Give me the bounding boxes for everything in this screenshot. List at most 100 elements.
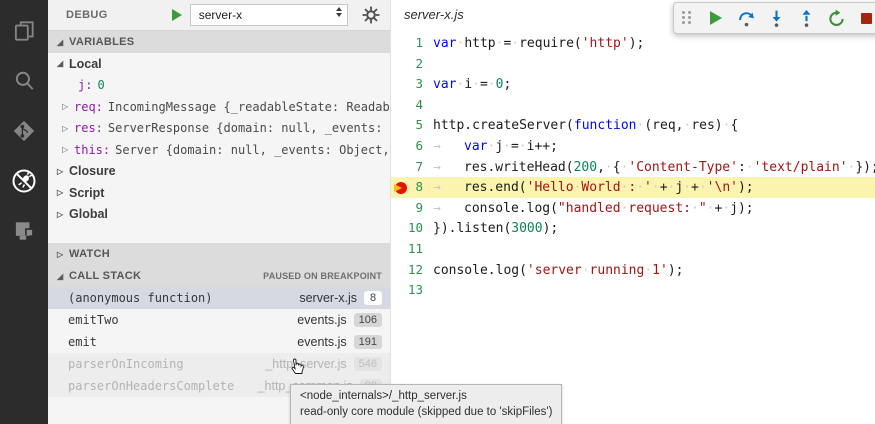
toolbar-drag-handle-icon[interactable] — [682, 11, 691, 25]
frame-line-badge: 106 — [354, 313, 382, 327]
stack-frame-row[interactable]: (anonymous function)server-x.js8 — [48, 287, 390, 309]
debug-icon[interactable] — [0, 156, 48, 206]
whitespace-dot: · — [636, 180, 644, 195]
code-line[interactable]: 2 — [391, 54, 875, 75]
whitespace-dot: · — [488, 77, 496, 92]
current-line-arrow-icon — [394, 184, 402, 192]
whitespace-dot: · — [503, 139, 511, 154]
whitespace-dot: · — [746, 160, 754, 175]
scope-global[interactable]: ▷Global — [48, 204, 390, 226]
frame-file: events.js — [297, 335, 346, 349]
code-area[interactable]: 1var·http·=·require('http');23var·i·=·0;… — [391, 33, 875, 301]
configure-gear-icon[interactable] — [362, 6, 380, 24]
code-line[interactable]: 6→var·j·=·i++; — [391, 136, 875, 157]
variable-name: j: — [78, 78, 92, 92]
debug-toolbar — [673, 2, 875, 34]
paused-status-badge: PAUSED ON BREAKPOINT — [263, 271, 382, 281]
scope-script[interactable]: ▷Script — [48, 182, 390, 204]
line-number: 12 — [391, 260, 433, 281]
line-number: 1 — [391, 33, 433, 54]
code-line[interactable]: 7→res.writeHead(200,·{·'Content-Type':·'… — [391, 157, 875, 178]
whitespace-dot: · — [605, 160, 613, 175]
scope-label: Local — [69, 57, 102, 71]
line-number: 5 — [391, 115, 433, 136]
frame-name: parserOnIncoming — [68, 357, 265, 371]
search-icon[interactable] — [0, 56, 48, 106]
line-number: 7 — [391, 157, 433, 178]
whitespace-dot: · — [472, 77, 480, 92]
step-over-icon[interactable] — [731, 4, 761, 32]
code-line[interactable]: 9→console.log("handled·request:·"·+·j); — [391, 198, 875, 219]
twisty-expanded-icon: ◢ — [57, 59, 69, 68]
code-line[interactable]: 11 — [391, 239, 875, 260]
tab-whitespace-icon: → — [433, 178, 464, 199]
tooltip-path: <node_internals>/_http_server.js — [300, 388, 552, 404]
debug-config-dropdown[interactable]: server-x — [190, 4, 348, 26]
stack-frame-row[interactable]: emitTwoevents.js106 — [48, 309, 390, 331]
code-line[interactable]: 12console.log('server·running·1'); — [391, 260, 875, 281]
debug-config-name: server-x — [199, 8, 242, 22]
twisty-collapsed-icon: ▷ — [57, 250, 69, 259]
frame-line-badge: 8 — [364, 291, 382, 305]
variable-j[interactable]: j: 0 — [48, 75, 390, 97]
tooltip-reason: read-only core module (skipped due to 's… — [300, 404, 552, 420]
start-debugging-button[interactable] — [172, 9, 182, 21]
variable-name: res: — [74, 121, 103, 135]
stack-frame-row[interactable]: parserOnIncoming_http_server.js 546 — [48, 353, 390, 375]
variables-title: VARIABLES — [69, 36, 134, 48]
variable-req[interactable]: ▷req: IncomingMessage {_readableState: Re… — [48, 96, 390, 118]
restart-icon[interactable] — [821, 4, 851, 32]
code-line[interactable]: 5http.createServer(function·(req,·res)·{ — [391, 115, 875, 136]
line-number: 6 — [391, 136, 433, 157]
variable-this[interactable]: ▷this:Server {domain: null, _events: Obj… — [48, 139, 390, 161]
scope-closure[interactable]: ▷Closure — [48, 161, 390, 183]
whitespace-dot: · — [519, 139, 527, 154]
code-line[interactable]: 8→res.end('Hello·World·:·'·+·j·+·'\n'); — [391, 177, 875, 198]
watch-section-header[interactable]: ▷ WATCH — [48, 243, 390, 265]
line-number: 3 — [391, 74, 433, 95]
line-number: 10 — [391, 218, 433, 239]
call-stack-title: CALL STACK — [69, 270, 141, 282]
line-number: 13 — [391, 280, 433, 301]
twisty-collapsed-icon: ▷ — [62, 102, 74, 111]
extensions-icon[interactable] — [0, 206, 48, 256]
whitespace-dot: · — [644, 263, 652, 278]
step-out-icon[interactable] — [791, 4, 821, 32]
variable-name: req: — [74, 100, 103, 114]
variable-value: 0 — [97, 78, 104, 92]
continue-button[interactable] — [701, 4, 731, 32]
twisty-expanded-icon: ◢ — [57, 272, 69, 281]
source-control-icon[interactable] — [0, 106, 48, 156]
stop-button[interactable] — [851, 4, 875, 32]
step-into-icon[interactable] — [761, 4, 791, 32]
whitespace-dot: · — [511, 36, 519, 51]
variable-value: IncomingMessage {_readableState: Readabl… — [108, 100, 390, 114]
variables-section-header[interactable]: ◢ VARIABLES — [48, 31, 390, 53]
twisty-expanded-icon: ◢ — [57, 38, 69, 47]
frame-line-badge: 546 — [354, 357, 382, 371]
explorer-icon[interactable] — [0, 6, 48, 56]
debug-sidebar: DEBUG server-x — [48, 0, 390, 424]
whitespace-dot: · — [699, 180, 707, 195]
debug-sidebar-header: DEBUG server-x — [48, 0, 390, 31]
call-stack-list: (anonymous function)server-x.js8emitTwoe… — [48, 287, 390, 397]
code-line[interactable]: 1var·http·=·require('http'); — [391, 33, 875, 54]
scope-label: Closure — [69, 164, 116, 178]
twisty-collapsed-icon: ▷ — [57, 167, 69, 176]
frame-file: _http_server.js — [265, 357, 346, 371]
call-stack-section-header[interactable]: ◢ CALL STACK PAUSED ON BREAKPOINT — [48, 265, 390, 287]
dropdown-spinner-icon — [336, 7, 342, 17]
editor-file-title[interactable]: server-x.js — [404, 7, 464, 22]
code-line[interactable]: 10}).listen(3000); — [391, 218, 875, 239]
variable-res[interactable]: ▷res:ServerResponse {domain: null, _even… — [48, 118, 390, 140]
code-line[interactable]: 13 — [391, 280, 875, 301]
activity-bar — [0, 0, 48, 424]
frame-file: server-x.js — [299, 291, 357, 305]
twisty-collapsed-icon: ▷ — [62, 124, 74, 133]
code-line[interactable]: 3var·i·=·0; — [391, 74, 875, 95]
code-line[interactable]: 4 — [391, 95, 875, 116]
stack-frame-row[interactable]: emitevents.js191 — [48, 331, 390, 353]
whitespace-dot: · — [691, 201, 699, 216]
twisty-collapsed-icon: ▷ — [62, 145, 74, 154]
scope-local[interactable]: ◢Local — [48, 53, 390, 75]
